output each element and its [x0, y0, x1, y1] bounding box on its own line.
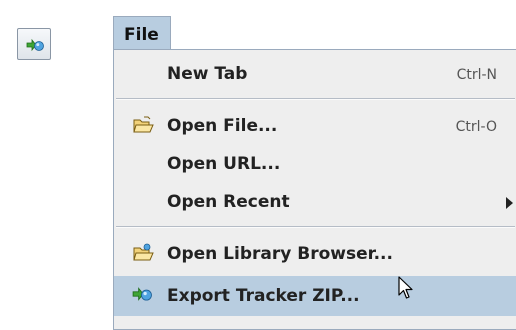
menu-item-export-tracker-zip[interactable]: Export Tracker ZIP...: [114, 276, 516, 316]
file-menu-header[interactable]: File: [113, 16, 171, 49]
menu-item-open-recent[interactable]: Open Recent: [114, 182, 516, 222]
menu-separator: [116, 226, 515, 228]
menu-item-label: Open URL...: [167, 154, 281, 174]
library-folder-icon: [133, 243, 154, 261]
open-folder-icon: [133, 116, 154, 133]
menu-item-open-library-browser[interactable]: Open Library Browser...: [114, 234, 516, 274]
menu-item-label: Open File...: [167, 116, 278, 136]
file-menu-dropdown: New Tab Ctrl-N Open File... Ctrl-O Open …: [113, 49, 516, 330]
export-tracker-toolbar-button[interactable]: [17, 28, 51, 60]
submenu-arrow-icon: [506, 197, 513, 209]
menu-separator: [116, 98, 515, 100]
menu-item-label: Open Recent: [167, 192, 290, 212]
menu-item-open-url[interactable]: Open URL...: [114, 144, 516, 184]
export-tracker-icon: [132, 287, 152, 301]
menu-item-open-file[interactable]: Open File... Ctrl-O: [114, 106, 516, 146]
menu-item-label: Export Tracker ZIP...: [167, 286, 360, 306]
shortcut-label: Ctrl-O: [455, 119, 497, 135]
menu-item-label: New Tab: [167, 64, 248, 84]
export-tracker-icon: [26, 38, 44, 52]
menu-item-label: Open Library Browser...: [167, 244, 393, 264]
shortcut-label: Ctrl-N: [456, 67, 497, 83]
menu-item-new-tab[interactable]: New Tab Ctrl-N: [114, 54, 516, 94]
mouse-pointer-icon: [398, 276, 413, 299]
